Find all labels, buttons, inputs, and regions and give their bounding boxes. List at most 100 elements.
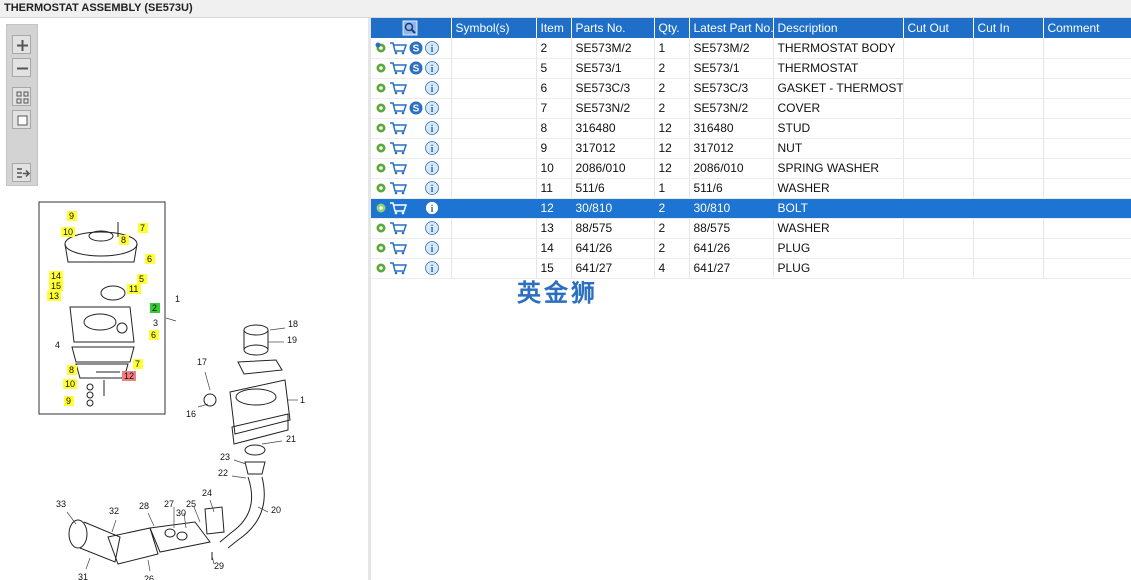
callout-label[interactable]: 17 [197, 357, 207, 367]
tree-icon[interactable] [375, 42, 387, 54]
info-icon[interactable]: i [425, 101, 439, 115]
gear-icon[interactable] [375, 142, 387, 154]
callout-label[interactable]: 30 [176, 508, 186, 518]
callout-label[interactable]: 7 [140, 223, 145, 233]
cart-icon[interactable] [389, 81, 407, 95]
callout-label[interactable]: 16 [186, 409, 196, 419]
callout-label[interactable]: 31 [78, 572, 88, 580]
info-icon[interactable]: i [425, 121, 439, 135]
info-icon[interactable]: i [425, 141, 439, 155]
info-icon[interactable]: i [425, 161, 439, 175]
callout-label[interactable]: 3 [153, 318, 158, 328]
gear-icon[interactable] [375, 62, 387, 74]
callout-label[interactable]: 14 [51, 271, 61, 281]
callout-label[interactable]: 5 [139, 274, 144, 284]
callout-label[interactable]: 18 [288, 319, 298, 329]
callout-label[interactable]: 10 [63, 227, 73, 237]
info-icon[interactable]: i [425, 241, 439, 255]
table-row[interactable]: i 6 SE573C/3 2 SE573C/3 GASKET - THERMOS… [371, 78, 1131, 99]
cart-icon[interactable] [389, 141, 407, 155]
cart-icon[interactable] [389, 161, 407, 175]
cart-icon[interactable] [389, 41, 407, 55]
callout-label[interactable]: 9 [69, 211, 74, 221]
callout-label[interactable]: 24 [202, 488, 212, 498]
info-icon[interactable]: i [425, 81, 439, 95]
callout-label[interactable]: 13 [49, 291, 59, 301]
callout-label[interactable]: 6 [147, 254, 152, 264]
callout-label[interactable]: 19 [287, 335, 297, 345]
callout-label[interactable]: 7 [135, 359, 140, 369]
gear-icon[interactable] [375, 82, 387, 94]
callout-label[interactable]: 10 [65, 379, 75, 389]
callout-label[interactable]: 28 [139, 501, 149, 511]
callout-label[interactable]: 2 [152, 303, 157, 313]
cart-icon[interactable] [389, 101, 407, 115]
callout-label[interactable]: 23 [220, 452, 230, 462]
cart-icon[interactable] [389, 181, 407, 195]
callout-label[interactable]: 20 [271, 505, 281, 515]
callout-label[interactable]: 26 [144, 574, 154, 580]
callout-label[interactable]: 8 [69, 365, 74, 375]
zoom-in-button[interactable] [12, 35, 31, 54]
gear-icon[interactable] [375, 182, 387, 194]
header-cut-out[interactable]: Cut Out [903, 18, 974, 38]
gear-icon[interactable] [375, 202, 387, 214]
cart-icon[interactable] [389, 201, 407, 215]
export-button[interactable] [12, 163, 31, 182]
table-row[interactable]: i 9 317012 12 317012 NUT [371, 138, 1131, 159]
header-description[interactable]: Description [773, 18, 904, 38]
callout-label[interactable]: 29 [214, 561, 224, 571]
cart-icon[interactable] [389, 221, 407, 235]
fit-all-button[interactable] [12, 87, 31, 106]
gear-icon[interactable] [375, 262, 387, 274]
diagram-pane[interactable]: 9 7 10 8 6 14 5 15 11 13 2 1 3 4 6 7 8 12 10 9 18 19 17 1 16 21 2… [0, 18, 368, 580]
info-icon[interactable]: i [425, 61, 439, 75]
fit-window-button[interactable] [12, 110, 31, 129]
header-symbols[interactable]: Symbol(s) [451, 18, 537, 38]
callout-label[interactable]: 4 [55, 340, 60, 350]
header-qty[interactable]: Qty. [654, 18, 690, 38]
callout-label[interactable]: 22 [218, 468, 228, 478]
gear-icon[interactable] [375, 102, 387, 114]
info-icon[interactable]: i [425, 181, 439, 195]
s-icon[interactable]: S [409, 61, 423, 75]
callout-label[interactable]: 9 [66, 396, 71, 406]
callout-label[interactable]: 6 [151, 330, 156, 340]
callout-label[interactable]: 32 [109, 506, 119, 516]
header-cut-in[interactable]: Cut In [973, 18, 1044, 38]
callout-label[interactable]: 11 [129, 284, 138, 294]
callout-label[interactable]: 27 [164, 499, 174, 509]
table-row[interactable]: i 13 88/575 2 88/575 WASHER [371, 218, 1131, 239]
cart-icon[interactable] [389, 61, 407, 75]
info-icon[interactable]: i [425, 201, 439, 215]
table-row[interactable]: i 10 2086/010 12 2086/010 SPRING WASHER [371, 158, 1131, 179]
cart-icon[interactable] [389, 261, 407, 275]
s-icon[interactable]: S [409, 101, 423, 115]
callout-label[interactable]: 15 [51, 281, 61, 291]
info-icon[interactable]: i [425, 41, 439, 55]
callout-label[interactable]: 33 [56, 499, 66, 509]
table-row[interactable]: Si 5 SE573/1 2 SE573/1 THERMOSTAT [371, 58, 1131, 79]
callout-label[interactable]: 1 [300, 395, 305, 405]
gear-icon[interactable] [375, 222, 387, 234]
callout-label[interactable]: 25 [186, 499, 196, 509]
callout-label[interactable]: 8 [121, 235, 126, 245]
header-comment[interactable]: Comment [1043, 18, 1131, 38]
s-icon[interactable]: S [409, 41, 423, 55]
gear-icon[interactable] [375, 122, 387, 134]
table-row[interactable]: i 14 641/26 2 641/26 PLUG [371, 238, 1131, 259]
callout-label[interactable]: 12 [124, 371, 134, 381]
table-row[interactable]: i 8 316480 12 316480 STUD [371, 118, 1131, 139]
info-icon[interactable]: i [425, 221, 439, 235]
cart-icon[interactable] [389, 121, 407, 135]
table-row[interactable]: Si 2 SE573M/2 1 SE573M/2 THERMOSTAT BODY [371, 38, 1131, 59]
header-latest-part[interactable]: Latest Part No. [689, 18, 774, 38]
callout-label[interactable]: 21 [286, 434, 296, 444]
info-icon[interactable]: i [425, 261, 439, 275]
table-row[interactable]: i 11 511/6 1 511/6 WASHER [371, 178, 1131, 199]
gear-icon[interactable] [375, 242, 387, 254]
callout-label[interactable]: 1 [175, 294, 180, 304]
header-item[interactable]: Item [536, 18, 572, 38]
header-parts-no[interactable]: Parts No. [571, 18, 655, 38]
gear-icon[interactable] [375, 162, 387, 174]
